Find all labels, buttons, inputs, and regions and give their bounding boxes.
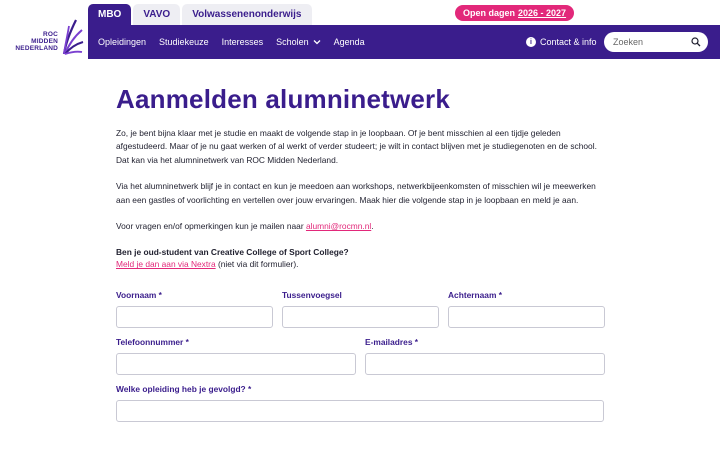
search-box	[604, 32, 708, 52]
questions-suffix: .	[371, 221, 374, 232]
alumni-email-link[interactable]: alumni@rocmn.nl	[306, 221, 371, 231]
network-paragraph: Via het alumninetwerk blijf je in contac…	[116, 181, 596, 205]
form-row-opleiding: Welke opleiding heb je gevolgd? *	[116, 384, 606, 423]
contact-info-label: Contact & info	[540, 37, 597, 47]
telefoon-label: Telefoonnummer *	[116, 337, 189, 348]
nav-item-interesses[interactable]: Interesses	[222, 37, 264, 47]
tab-vavo[interactable]: VAVO	[133, 4, 181, 25]
questions-text: Voor vragen en/of opmerkingen kun je mai…	[116, 221, 306, 232]
email-field-group: E-mailadres *	[365, 337, 605, 376]
tussenvoegsel-label: Tussenvoegsel	[282, 290, 342, 301]
search-icon[interactable]	[691, 37, 701, 47]
questions-paragraph: Voor vragen en/of opmerkingen kun je mai…	[116, 220, 606, 233]
search-input[interactable]	[613, 37, 693, 47]
form-row-names: Voornaam * Tussenvoegsel Achternaam *	[116, 290, 606, 329]
roc-logo[interactable]: ROC MIDDEN NEDERLAND	[6, 8, 86, 55]
achternaam-field-group: Achternaam *	[448, 290, 605, 329]
nav-item-agenda[interactable]: Agenda	[334, 37, 365, 47]
main-content: Aanmelden alumninetwerk Zo, je bent bijn…	[116, 82, 606, 431]
main-nav: Opleidingen Studiekeuze Interesses Schol…	[88, 25, 720, 59]
telefoon-input[interactable]	[116, 353, 356, 376]
nav-item-opleidingen[interactable]: Opleidingen	[98, 37, 146, 47]
contact-info-link[interactable]: i Contact & info	[526, 25, 597, 59]
open-days-years: 2026 - 2027	[518, 8, 567, 18]
open-days-button[interactable]: Open dagen 2026 - 2027	[455, 5, 575, 21]
nextra-line: Meld je dan aan via Nextra (niet via dit…	[116, 258, 606, 271]
achternaam-label: Achternaam *	[448, 290, 502, 301]
oud-student-question: Ben je oud-student van Creative College …	[116, 247, 349, 258]
tab-mbo[interactable]: MBO	[88, 4, 132, 25]
logo-flower-icon	[62, 19, 84, 55]
opleiding-label: Welke opleiding heb je gevolgd? *	[116, 384, 252, 395]
open-days-label: Open dagen	[463, 8, 516, 18]
opleiding-field-group: Welke opleiding heb je gevolgd? *	[116, 384, 604, 423]
page-title: Aanmelden alumninetwerk	[116, 84, 451, 114]
logo-wordmark: ROC MIDDEN NEDERLAND	[15, 31, 58, 52]
nextra-link[interactable]: Meld je dan aan via Nextra	[116, 259, 216, 269]
tussenvoegsel-input[interactable]	[282, 306, 439, 329]
intro-paragraph: Zo, je bent bijna klaar met je studie en…	[116, 128, 597, 165]
nav-item-studiekeuze[interactable]: Studiekeuze	[159, 37, 209, 47]
email-label: E-mailadres *	[365, 337, 419, 348]
nextra-suffix: (niet via dit formulier).	[215, 259, 299, 270]
achternaam-input[interactable]	[448, 306, 605, 329]
nav-item-scholen-label: Scholen	[276, 37, 309, 47]
form-row-contact: Telefoonnummer * E-mailadres *	[116, 337, 606, 376]
voornaam-label: Voornaam *	[116, 290, 162, 301]
segment-tabs: MBO VAVO Volwassenenonderwijs	[88, 4, 314, 25]
voornaam-field-group: Voornaam *	[116, 290, 273, 329]
chevron-down-icon	[313, 40, 321, 45]
voornaam-input[interactable]	[116, 306, 273, 329]
info-icon: i	[526, 37, 536, 47]
nav-item-scholen[interactable]: Scholen	[276, 37, 321, 47]
telefoon-field-group: Telefoonnummer *	[116, 337, 356, 376]
tab-volwassenenonderwijs[interactable]: Volwassenenonderwijs	[182, 4, 312, 25]
tussenvoegsel-field-group: Tussenvoegsel	[282, 290, 439, 329]
email-input[interactable]	[365, 353, 605, 376]
opleiding-input[interactable]	[116, 400, 604, 423]
